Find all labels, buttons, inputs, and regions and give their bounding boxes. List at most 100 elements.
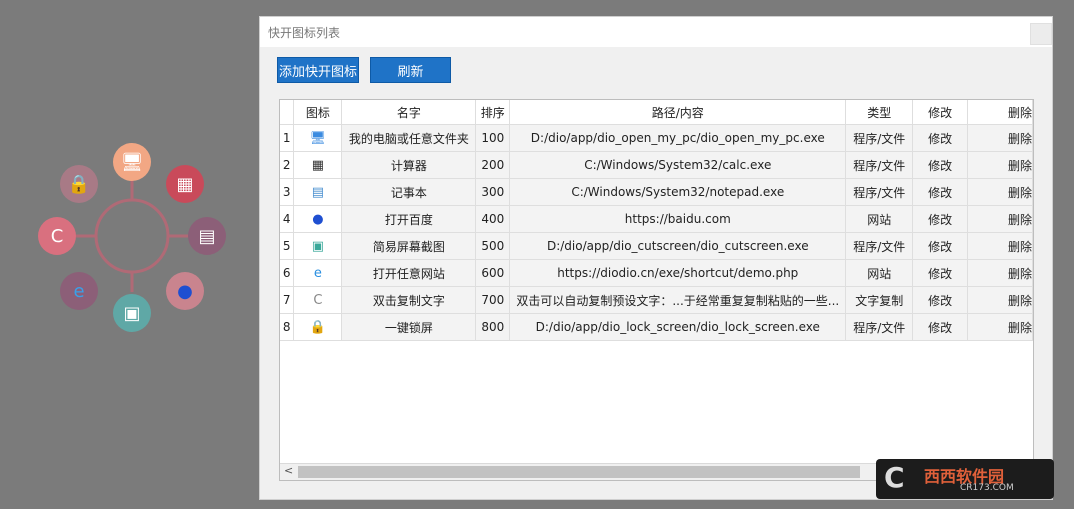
table-row[interactable]: 5 ▣ 简易屏幕截图 500 D:/dio/app/dio_cutscreen/dio_… xyxy=(280,232,1033,260)
row-order: 600 xyxy=(475,259,511,287)
shortcut-table: 图标 名字 排序 路径/内容 类型 修改 删除 1 🖥 我的电脑或任意文件夹 100 D… xyxy=(280,100,1033,341)
header-delete[interactable]: 删除 xyxy=(967,100,1033,125)
row-number: 2 xyxy=(280,151,295,179)
dialog-title: 快开图标列表 xyxy=(268,26,341,40)
launcher-copy-text-button[interactable]: C xyxy=(38,217,76,255)
row-delete-button[interactable]: 删除 xyxy=(967,178,1033,206)
row-name: 一键锁屏 xyxy=(341,313,477,341)
row-type: 文字复制 xyxy=(845,286,914,314)
table-row[interactable]: 2 ▦ 计算器 200 C:/Windows/System32/calc.exe 程序/文… xyxy=(280,151,1033,179)
row-icon-cell: e xyxy=(293,259,343,287)
notepad-icon: ▤ xyxy=(198,225,216,247)
row-name: 打开任意网站 xyxy=(341,259,477,287)
shortcut-table-container: 图标 名字 排序 路径/内容 类型 修改 删除 1 🖥 我的电脑或任意文件夹 100 D… xyxy=(279,99,1034,481)
row-icon-cell: 🔒 xyxy=(293,313,343,341)
row-number: 7 xyxy=(280,286,295,314)
computer-icon: 🖥 xyxy=(120,151,144,173)
copy-text-icon: C xyxy=(313,292,323,308)
row-edit-button[interactable]: 修改 xyxy=(912,313,969,341)
header-type[interactable]: 类型 xyxy=(845,100,914,125)
row-delete-button[interactable]: 删除 xyxy=(967,232,1033,260)
watermark-c-icon: C xyxy=(884,461,905,494)
row-icon-cell: ▦ xyxy=(293,151,343,179)
notepad-icon: ▤ xyxy=(311,184,325,200)
row-edit-button[interactable]: 修改 xyxy=(912,124,969,152)
launcher-baidu-button[interactable]: ● xyxy=(166,272,204,310)
refresh-button[interactable]: 刷新 xyxy=(370,57,451,83)
launcher-notepad-button[interactable]: ▤ xyxy=(188,217,226,255)
ie-icon: e xyxy=(73,280,85,302)
row-edit-button[interactable]: 修改 xyxy=(912,259,969,287)
row-order: 200 xyxy=(475,151,511,179)
row-order: 400 xyxy=(475,205,511,233)
radial-launcher: 🖥 ▦ ▤ ● ▣ e C 🔒 xyxy=(0,0,260,509)
launcher-computer-button[interactable]: 🖥 xyxy=(113,143,151,181)
row-icon-cell: ▤ xyxy=(293,178,343,206)
table-row[interactable]: 3 ▤ 记事本 300 C:/Windows/System32/notepad.exe 程… xyxy=(280,178,1033,206)
row-delete-button[interactable]: 删除 xyxy=(967,313,1033,341)
launcher-ie-button[interactable]: e xyxy=(60,272,98,310)
titlebar: 快开图标列表 xyxy=(260,17,1052,47)
row-type: 程序/文件 xyxy=(845,313,914,341)
table-row[interactable]: 4 ● 打开百度 400 https://baidu.com 网站 修改 删除 xyxy=(280,205,1033,233)
watermark-logo: 西西软件园 CR173.COM C xyxy=(876,459,1054,499)
row-name: 双击复制文字 xyxy=(341,286,477,314)
row-edit-button[interactable]: 修改 xyxy=(912,151,969,179)
row-order: 700 xyxy=(475,286,511,314)
copy-text-icon: C xyxy=(50,225,64,247)
row-delete-button[interactable]: 删除 xyxy=(967,259,1033,287)
row-path: https://baidu.com xyxy=(509,205,847,233)
row-type: 程序/文件 xyxy=(845,178,914,206)
header-order[interactable]: 排序 xyxy=(475,100,511,125)
ie-icon: e xyxy=(313,265,322,281)
row-name: 计算器 xyxy=(341,151,477,179)
row-path: https://diodio.cn/exe/shortcut/demo.php xyxy=(509,259,847,287)
lock-icon: 🔒 xyxy=(309,319,327,335)
row-icon-cell: C xyxy=(293,286,343,314)
row-edit-button[interactable]: 修改 xyxy=(912,286,969,314)
row-order: 100 xyxy=(475,124,511,152)
row-delete-button[interactable]: 删除 xyxy=(967,205,1033,233)
screenshot-icon: ▣ xyxy=(311,238,325,254)
row-number: 5 xyxy=(280,232,295,260)
row-edit-button[interactable]: 修改 xyxy=(912,232,969,260)
header-path[interactable]: 路径/内容 xyxy=(509,100,847,125)
row-delete-button[interactable]: 删除 xyxy=(967,124,1033,152)
table-header-row: 图标 名字 排序 路径/内容 类型 修改 删除 xyxy=(280,100,1033,125)
row-delete-button[interactable]: 删除 xyxy=(967,151,1033,179)
row-path: D:/dio/app/dio_open_my_pc/dio_open_my_pc… xyxy=(509,124,847,152)
header-name[interactable]: 名字 xyxy=(341,100,477,125)
row-path: 双击可以自动复制预设文字：...于经常重复复制粘贴的一些... xyxy=(509,286,847,314)
launcher-ring xyxy=(76,180,188,292)
launcher-screenshot-button[interactable]: ▣ xyxy=(113,294,151,332)
scroll-left-arrow[interactable]: < xyxy=(284,464,293,477)
row-number: 4 xyxy=(280,205,295,233)
table-row[interactable]: 6 e 打开任意网站 600 https://diodio.cn/exe/shortcu… xyxy=(280,259,1033,287)
row-order: 300 xyxy=(475,178,511,206)
table-row[interactable]: 1 🖥 我的电脑或任意文件夹 100 D:/dio/app/dio_open_my_pc… xyxy=(280,124,1033,152)
row-type: 网站 xyxy=(845,259,914,287)
table-row[interactable]: 8 🔒 一键锁屏 800 D:/dio/app/dio_lock_screen/dio_… xyxy=(280,313,1033,341)
table-row[interactable]: 7 C 双击复制文字 700 双击可以自动复制预设文字：...于经常重复复制粘贴的一些.… xyxy=(280,286,1033,314)
row-edit-button[interactable]: 修改 xyxy=(912,205,969,233)
close-button[interactable] xyxy=(1030,23,1052,45)
screenshot-icon: ▣ xyxy=(123,302,141,324)
header-icon[interactable]: 图标 xyxy=(293,100,343,125)
add-shortcut-button[interactable]: 添加快开图标 xyxy=(277,57,359,83)
computer-icon: 🖥 xyxy=(309,130,327,146)
scroll-thumb[interactable] xyxy=(298,466,860,478)
header-edit[interactable]: 修改 xyxy=(912,100,969,125)
row-number: 6 xyxy=(280,259,295,287)
watermark-sub: CR173.COM xyxy=(960,483,1014,493)
row-delete-button[interactable]: 删除 xyxy=(967,286,1033,314)
row-order: 500 xyxy=(475,232,511,260)
launcher-calculator-button[interactable]: ▦ xyxy=(166,165,204,203)
row-type: 程序/文件 xyxy=(845,124,914,152)
row-name: 我的电脑或任意文件夹 xyxy=(341,124,477,152)
row-icon-cell: ▣ xyxy=(293,232,343,260)
launcher-lock-button[interactable]: 🔒 xyxy=(60,165,98,203)
row-edit-button[interactable]: 修改 xyxy=(912,178,969,206)
row-name: 记事本 xyxy=(341,178,477,206)
row-path: C:/Windows/System32/notepad.exe xyxy=(509,178,847,206)
header-rownum xyxy=(280,100,295,125)
